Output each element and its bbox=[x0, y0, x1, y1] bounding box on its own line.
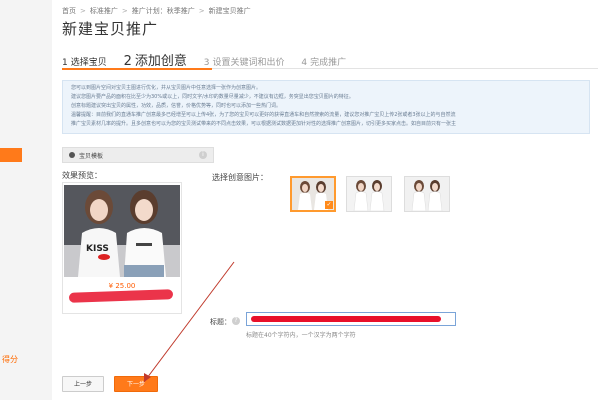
title-hint: 标题在40个字符内，一个汉字为两个字符 bbox=[246, 332, 356, 339]
step-number: 2 bbox=[123, 54, 132, 69]
title-label: 标题： bbox=[210, 318, 231, 326]
template-tab[interactable]: 宝贝模板 i bbox=[62, 147, 214, 163]
step-progress-active bbox=[62, 68, 212, 70]
creative-thumb-3[interactable] bbox=[404, 176, 450, 212]
breadcrumb-plan[interactable]: 推广计划：秋季推广 bbox=[132, 7, 195, 15]
step-indicator: 1 选择宝贝 2 添加创意 3 设置关键词和出价 4 完成推广 bbox=[62, 50, 360, 69]
step-label: 添加创意 bbox=[134, 54, 187, 69]
tip-line: 您可以到图片空间对宝贝主图进行优化，并从宝贝图片中任意选择一张作为创意图片。 bbox=[71, 85, 262, 91]
creative-thumb-1[interactable]: ✓ bbox=[290, 176, 336, 212]
main-content: 首页 > 标准推广 > 推广计划：秋季推广 > 新建宝贝推广 新建宝贝推广 1 选择宝贝 2添… bbox=[52, 0, 600, 400]
prev-step-button[interactable]: 上一步 bbox=[62, 376, 104, 392]
breadcrumb-current: 新建宝贝推广 bbox=[208, 7, 251, 15]
step-progress-line bbox=[62, 68, 598, 70]
page-title: 新建宝贝推广 bbox=[62, 20, 159, 38]
tip-line: 创意标题建议突出宝贝的属性，功效，品质，信誉，价格优势等，同时也可以添加一些热门… bbox=[71, 103, 282, 109]
two-models-illustration: KISS bbox=[64, 185, 180, 277]
sidebar-score-text: 得分 bbox=[2, 355, 18, 364]
step-3: 3 设置关键词和出价 bbox=[204, 55, 285, 68]
step-number: 4 bbox=[301, 58, 308, 68]
tip-line: 建议您图片要产品的面积在比至少为30%或以上，同时文字/水印的数量尽量减少，不建… bbox=[71, 94, 354, 100]
tips-box: 您可以到图片空间对宝贝主图进行优化，并从宝贝图片中任意选择一张作为创意图片。 建… bbox=[62, 80, 590, 134]
selected-check-icon: ✓ bbox=[325, 201, 333, 209]
breadcrumb: 首页 > 标准推广 > 推广计划：秋季推广 > 新建宝贝推广 bbox=[62, 6, 251, 16]
breadcrumb-separator: > bbox=[198, 7, 205, 15]
preview-product-image: KISS bbox=[64, 185, 180, 277]
next-step-button[interactable]: 下一步 bbox=[114, 376, 158, 392]
tip-line: 温馨提醒：目前我们的直通车推广创意最多已经增至可以上传4张，为了您的宝贝可以更好… bbox=[71, 112, 456, 118]
step-label: 设置关键词和出价 bbox=[212, 58, 285, 68]
left-sidebar: 得分 bbox=[0, 0, 53, 400]
creative-thumb-image bbox=[405, 177, 449, 211]
svg-text:KISS: KISS bbox=[86, 244, 109, 254]
select-creative-label: 选择创意图片： bbox=[212, 173, 268, 182]
breadcrumb-separator: > bbox=[121, 7, 128, 15]
breadcrumb-home[interactable]: 首页 bbox=[62, 7, 76, 15]
help-icon[interactable]: ? bbox=[232, 317, 240, 325]
radio-selected-icon[interactable] bbox=[69, 152, 75, 158]
step-label: 完成推广 bbox=[310, 58, 347, 68]
redacted-title-scribble bbox=[68, 289, 174, 303]
preview-box: KISS ¥ 25.00 bbox=[62, 182, 182, 314]
step-number: 1 bbox=[62, 58, 68, 68]
preview-label: 效果预览： bbox=[62, 171, 102, 180]
redacted-title-text bbox=[251, 316, 441, 322]
step-number: 3 bbox=[203, 58, 210, 68]
breadcrumb-standard[interactable]: 标准推广 bbox=[90, 7, 118, 15]
step-4: 4 完成推广 bbox=[301, 55, 346, 68]
step-label: 选择宝贝 bbox=[70, 58, 107, 68]
sidebar-active-indicator[interactable] bbox=[0, 148, 22, 162]
breadcrumb-separator: > bbox=[80, 7, 86, 15]
step-1: 1 选择宝贝 bbox=[62, 55, 107, 68]
template-tab-label: 宝贝模板 bbox=[79, 153, 104, 160]
info-icon[interactable]: i bbox=[199, 151, 207, 159]
tip-line: 推广宝贝素材几率的提升。且多创意也可以为您的宝贝测试带来的不同点击效果，可以根据… bbox=[71, 121, 457, 127]
creative-thumb-image bbox=[347, 177, 391, 211]
creative-thumb-2[interactable] bbox=[346, 176, 392, 212]
step-2: 2 添加创意 bbox=[124, 50, 187, 69]
title-input[interactable] bbox=[246, 312, 456, 326]
